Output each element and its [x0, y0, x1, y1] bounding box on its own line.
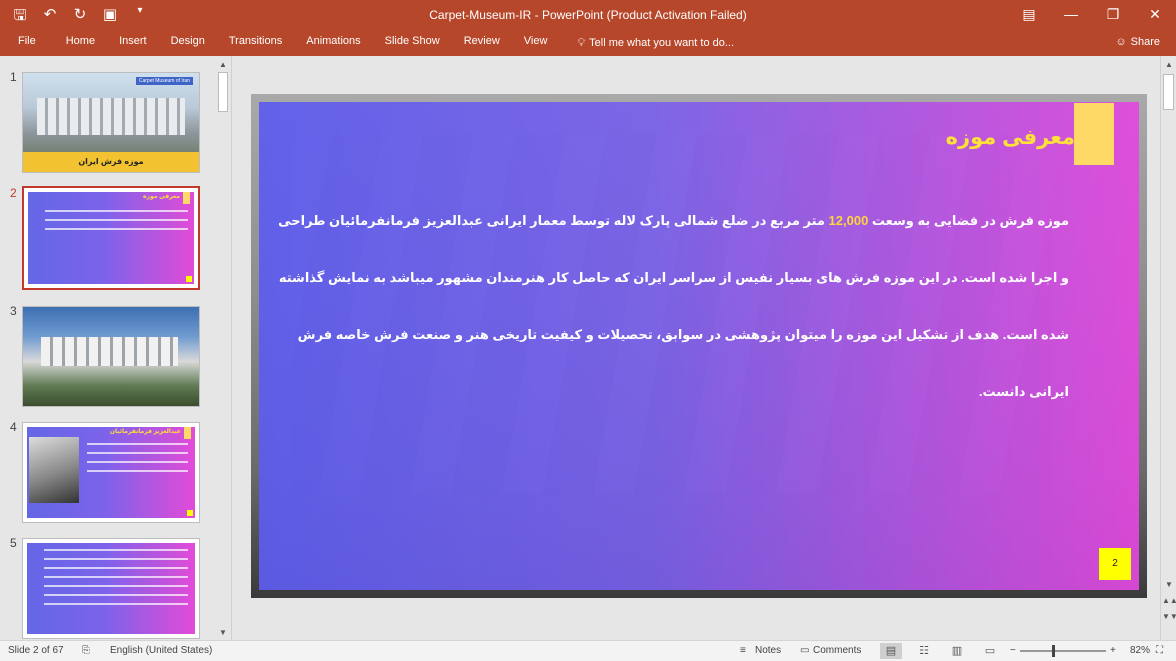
- person-icon: ☺: [1115, 36, 1127, 48]
- tab-slide-show[interactable]: Slide Show: [373, 30, 452, 56]
- scroll-up-icon[interactable]: ▲: [1162, 58, 1176, 72]
- thumbnail-preview[interactable]: [22, 538, 200, 639]
- status-bar: Slide 2 of 67 ⎘ English (United States) …: [0, 640, 1176, 661]
- thumbnail-text-lines: [44, 549, 189, 612]
- title-bar: 🖫 ↶ ↻ ▣ ▾ Carpet-Museum-IR - PowerPoint …: [0, 0, 1176, 30]
- body-text-start: موزه فرش در فضایی به وسعت: [868, 213, 1069, 228]
- tab-design[interactable]: Design: [159, 30, 217, 56]
- share-button[interactable]: ☺ Share: [1109, 32, 1166, 52]
- tab-file[interactable]: File: [0, 30, 54, 56]
- lightbulb-icon: 💡︎: [577, 37, 586, 49]
- window-title: Carpet-Museum-IR - PowerPoint (Product A…: [429, 8, 747, 22]
- zoom-slider-thumb[interactable]: [1052, 645, 1055, 657]
- zoom-out-icon[interactable]: −: [1010, 645, 1016, 656]
- page-box: [187, 510, 193, 516]
- zoom-level[interactable]: 82%: [1130, 645, 1150, 656]
- scroll-thumb[interactable]: [218, 72, 228, 112]
- language-indicator[interactable]: English (United States): [110, 645, 212, 656]
- previous-slide-icon[interactable]: ▲▲: [1162, 594, 1176, 608]
- thumbnail-caption: موزه فرش ایران: [23, 152, 199, 172]
- thumbnail-text-lines: [87, 443, 189, 479]
- notes-button[interactable]: Notes: [755, 645, 781, 656]
- tab-home[interactable]: Home: [54, 30, 107, 56]
- slide-sorter-icon[interactable]: ☷: [913, 643, 935, 659]
- scroll-down-icon[interactable]: ▼: [1162, 578, 1176, 592]
- thumbnail-preview[interactable]: معرفی موزه: [22, 186, 200, 290]
- thumbnail-title: عبدالعزیز فرمانفرمائیان: [109, 429, 181, 435]
- tell-me-box[interactable]: 💡︎ Tell me what you want to do...: [565, 30, 746, 56]
- editor-scrollbar[interactable]: ▲ ▼ ▲▲ ▼▼: [1160, 56, 1176, 640]
- accent-block: [183, 192, 190, 204]
- slideshow-view-icon[interactable]: ▭: [979, 643, 1001, 659]
- gradient-background: [28, 192, 194, 284]
- zoom-slider[interactable]: [1020, 650, 1106, 652]
- thumbnail-title: معرفی موزه: [143, 194, 180, 200]
- thumbnail-tag: Carpet Museum of Iran: [135, 77, 193, 85]
- tell-me-text: Tell me what you want to do...: [589, 37, 735, 49]
- window-controls: ▤ — ❐ ✕: [1008, 0, 1176, 30]
- zoom-in-icon[interactable]: +: [1110, 645, 1116, 656]
- ribbon-tabs: File Home Insert Design Transitions Anim…: [0, 30, 1176, 56]
- slide-editor: معرفی موزه موزه فرش در فضایی به وسعت 12,…: [233, 56, 1160, 640]
- slide-thumbnail-pane: 1 Carpet Museum of Iran موزه فرش ایران 2…: [0, 56, 232, 640]
- slide-body-text[interactable]: موزه فرش در فضایی به وسعت 12,000 متر مرب…: [275, 192, 1069, 420]
- slide-page-number[interactable]: 2: [1099, 548, 1131, 580]
- current-slide[interactable]: معرفی موزه موزه فرش در فضایی به وسعت 12,…: [251, 94, 1147, 598]
- thumbnail-number: 2: [10, 186, 17, 200]
- scroll-down-icon[interactable]: ▼: [216, 626, 230, 640]
- comments-icon[interactable]: ▭: [800, 645, 809, 656]
- notes-icon[interactable]: ≡: [740, 645, 746, 656]
- tab-insert[interactable]: Insert: [107, 30, 159, 56]
- restore-icon[interactable]: ❐: [1092, 0, 1134, 30]
- thumbnail-preview[interactable]: عبدالعزیز فرمانفرمائیان: [22, 422, 200, 523]
- body-text-rest: متر مربع در ضلع شمالی پارک لاله توسط معم…: [278, 213, 1069, 399]
- next-slide-icon[interactable]: ▼▼: [1162, 610, 1176, 624]
- normal-view-icon[interactable]: ▤: [880, 643, 902, 659]
- page-box: [186, 276, 192, 282]
- portrait-photo: [29, 437, 79, 503]
- fit-slide-icon[interactable]: ⛶: [1156, 645, 1163, 656]
- slide-counter: Slide 2 of 67: [8, 645, 64, 656]
- building-photo: [40, 336, 178, 367]
- scroll-up-icon[interactable]: ▲: [216, 58, 230, 72]
- close-icon[interactable]: ✕: [1134, 0, 1176, 30]
- thumbnail-number: 1: [10, 70, 17, 84]
- scroll-thumb[interactable]: [1163, 74, 1174, 110]
- thumbnail-number: 3: [10, 304, 17, 318]
- slide-title[interactable]: معرفی موزه: [946, 125, 1075, 150]
- thumbnail-scrollbar[interactable]: ▲ ▼: [216, 56, 230, 640]
- tab-review[interactable]: Review: [452, 30, 512, 56]
- thumbnail-text-lines: [44, 210, 188, 237]
- tab-transitions[interactable]: Transitions: [217, 30, 294, 56]
- share-label: Share: [1130, 36, 1160, 48]
- comments-button[interactable]: Comments: [813, 645, 861, 656]
- thumbnail-number: 5: [10, 536, 17, 550]
- title-accent-block: [1074, 103, 1114, 165]
- highlighted-number: 12,000: [828, 213, 869, 228]
- tab-view[interactable]: View: [512, 30, 560, 56]
- tab-animations[interactable]: Animations: [294, 30, 372, 56]
- accent-block: [184, 427, 191, 439]
- spelling-icon[interactable]: ⎘: [82, 645, 90, 656]
- thumbnail-number: 4: [10, 420, 17, 434]
- minimize-icon[interactable]: —: [1050, 0, 1092, 30]
- thumbnail-preview[interactable]: Carpet Museum of Iran موزه فرش ایران: [22, 72, 200, 173]
- thumbnail-preview[interactable]: [22, 306, 200, 407]
- reading-view-icon[interactable]: ▥: [946, 643, 968, 659]
- ribbon-display-icon[interactable]: ▤: [1008, 0, 1050, 30]
